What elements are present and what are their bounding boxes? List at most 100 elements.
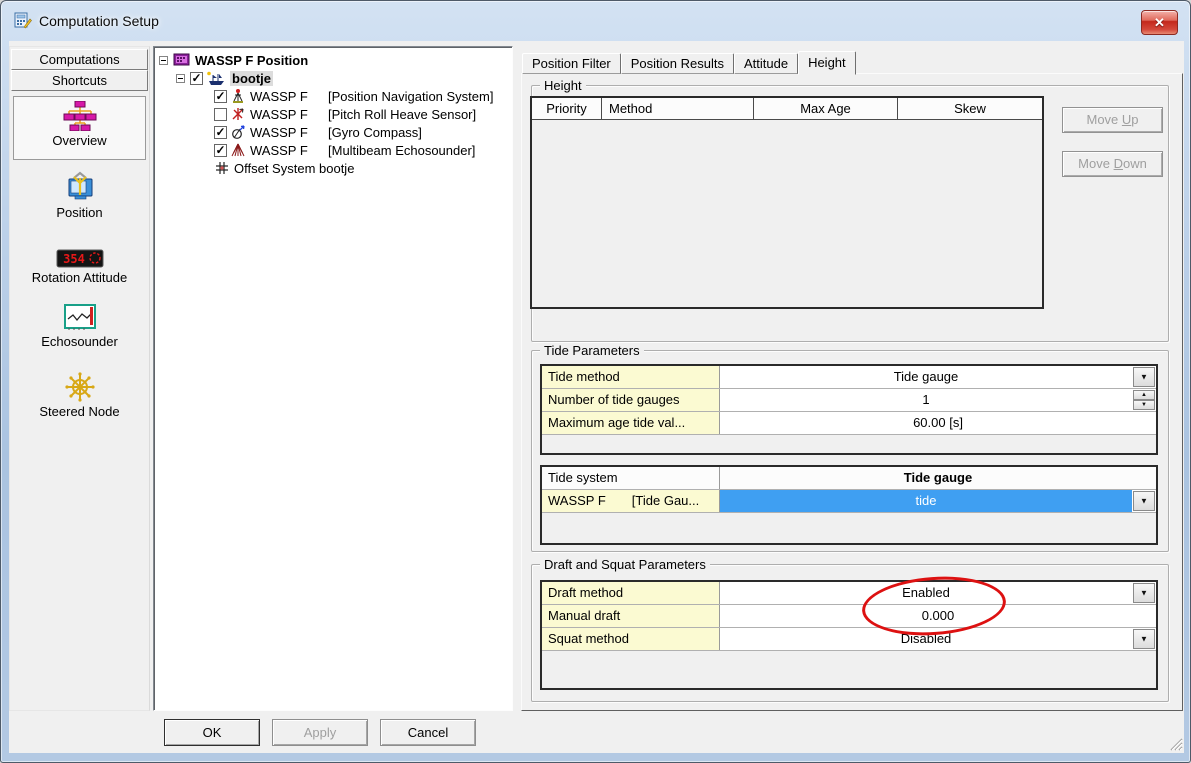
property-label: Maximum age tide val... [542,412,720,434]
tree-node-multibeam[interactable]: ✓ WASSP F [Multibeam Echosounder] [154,141,512,159]
echosounder-chart-icon [63,304,96,330]
sidebar-item-echosounder[interactable]: Echosounder [10,304,149,349]
sidebar-item-overview[interactable]: Overview [10,101,149,148]
close-button[interactable]: ✕ [1141,10,1178,35]
spinner-up-icon[interactable] [1133,390,1155,400]
tree-node-vessel[interactable]: ✓ bootje [154,69,512,87]
column-header-priority: Priority [532,98,602,119]
system-checkbox[interactable]: ✓ [214,125,227,139]
draft-method-value[interactable]: Enabled [720,582,1132,604]
dropdown-arrow-icon[interactable] [1133,629,1155,649]
button-label: Move [1086,112,1122,127]
tree-node-label: WASSP F [250,106,308,122]
squat-method-value[interactable]: Disabled [720,628,1132,650]
sidebar-item-label: Rotation Attitude [31,270,128,285]
tab-height[interactable]: Height [798,51,856,75]
tree-node-pitch-roll-heave[interactable]: WASSP F [Pitch Roll Heave Sensor] [154,105,512,123]
collapse-icon[interactable] [176,73,185,83]
sidebar: Computations Shortcuts Overview Position… [9,46,150,711]
property-label: Number of tide gauges [542,389,720,411]
height-priority-table[interactable]: Priority Method Max Age Skew [530,96,1044,309]
vessel-icon [207,71,224,85]
tide-gauge-count-value[interactable]: 1 [720,389,1132,411]
sidebar-item-position[interactable]: Position [10,171,149,220]
tide-method-value[interactable]: Tide gauge [720,366,1132,388]
rotation-led-icon: 354 [56,249,103,268]
button-label: own [1122,156,1147,171]
move-down-button[interactable]: Move Down [1062,151,1163,177]
tide-system-row: WASSP F [Tide Gau... tide [542,490,1156,513]
group-title: Height [540,78,586,93]
sidebar-item-label: Echosounder [41,334,118,349]
computation-setup-window: Computation Setup ✕ Computations Shortcu… [0,0,1191,763]
button-label: Cancel [407,725,449,740]
cancel-button[interactable]: Cancel [380,719,476,746]
tab-position-results[interactable]: Position Results [620,53,734,74]
sidebar-tab-label: Computations [39,52,120,67]
tab-attitude[interactable]: Attitude [733,53,799,74]
property-row-tide-method: Tide method Tide gauge [542,366,1156,389]
tree-node-gyro-compass[interactable]: ✓ WASSP F [Gyro Compass] [154,123,512,141]
tree-node-label: WASSP F [250,124,308,140]
dialog-client-area: Computations Shortcuts Overview Position… [9,41,1184,753]
column-header-skew: Skew [954,101,986,116]
move-up-button[interactable]: Move Up [1062,107,1163,133]
title-bar[interactable]: Computation Setup ✕ [1,1,1190,41]
tree-node-label: Offset System bootje [234,160,355,176]
sidebar-item-rotation-attitude[interactable]: 354 Rotation Attitude [10,249,149,285]
max-age-tide-value[interactable]: 60.00 [s] [720,412,1156,434]
tab-position-filter[interactable]: Position Filter [522,53,621,74]
tree-node-detail: [Gyro Compass] [328,124,422,140]
group-title: Tide Parameters [540,343,644,358]
table-header-row: Tide system Tide gauge [542,467,1156,490]
tree-node-position-nav[interactable]: ✓ WASSP F [Position Navigation System] [154,87,512,105]
vessel-checkbox[interactable]: ✓ [190,71,203,85]
property-row-number-of-tide-gauges: Number of tide gauges 1 [542,389,1156,412]
manual-draft-value[interactable]: 0.000 [720,605,1156,627]
tide-properties-table: Tide method Tide gauge Number of tide ga… [540,364,1158,455]
spinner-down-icon[interactable] [1133,400,1155,410]
resize-grip[interactable] [1167,735,1183,751]
tree-node-offset-system[interactable]: Offset System bootje [154,159,512,177]
dropdown-arrow-icon[interactable] [1133,491,1155,511]
button-label: U [1121,112,1132,127]
property-label: Manual draft [542,605,720,627]
column-header-method: Method [602,98,754,119]
tree-node-detail: [Position Navigation System] [328,88,494,104]
system-checkbox[interactable] [214,107,227,121]
button-label: OK [202,725,222,740]
draft-properties-table: Draft method Enabled Manual draft 0.000 … [540,580,1158,690]
pitch-roll-heave-icon [232,108,244,120]
tide-system-name: WASSP F [Tide Gau... [542,490,720,512]
sidebar-tab-computations[interactable]: Computations [11,49,148,70]
dropdown-arrow-icon[interactable] [1133,583,1155,603]
system-checkbox[interactable]: ✓ [214,143,227,157]
position-monitor-icon [68,171,92,200]
collapse-icon[interactable] [159,55,168,65]
window-title: Computation Setup [39,13,159,29]
tree-node-root[interactable]: WASSP F Position [154,51,512,69]
sidebar-item-label: Steered Node [39,404,120,419]
steered-wheel-icon [64,372,95,402]
ok-button[interactable]: OK [164,719,260,746]
sidebar-item-label: Overview [52,133,107,148]
close-icon: ✕ [1154,15,1165,30]
tree-node-label: bootje [230,70,273,86]
property-row-max-age-tide: Maximum age tide val... 60.00 [s] [542,412,1156,435]
tree-node-detail: [Multibeam Echosounder] [328,142,476,158]
sidebar-tab-shortcuts[interactable]: Shortcuts [11,70,148,91]
dropdown-arrow-icon[interactable] [1133,367,1155,387]
property-row-manual-draft: Manual draft 0.000 [542,605,1156,628]
column-header-tide-system: Tide system [542,467,720,489]
apply-button[interactable]: Apply [272,719,368,746]
system-checkbox[interactable]: ✓ [214,89,227,103]
button-label: p [1131,112,1139,127]
sidebar-item-steered-node[interactable]: Steered Node [10,372,149,419]
tide-gauge-selection[interactable]: tide [720,490,1132,512]
app-icon [14,12,32,29]
tide-parameters-group: Tide Parameters Tide method Tide gauge N… [531,343,1169,552]
overview-tree-icon [63,101,96,131]
draft-squat-group: Draft and Squat Parameters Draft method … [531,557,1169,702]
button-label: D [1113,156,1123,171]
position-nav-system-icon [233,89,243,103]
